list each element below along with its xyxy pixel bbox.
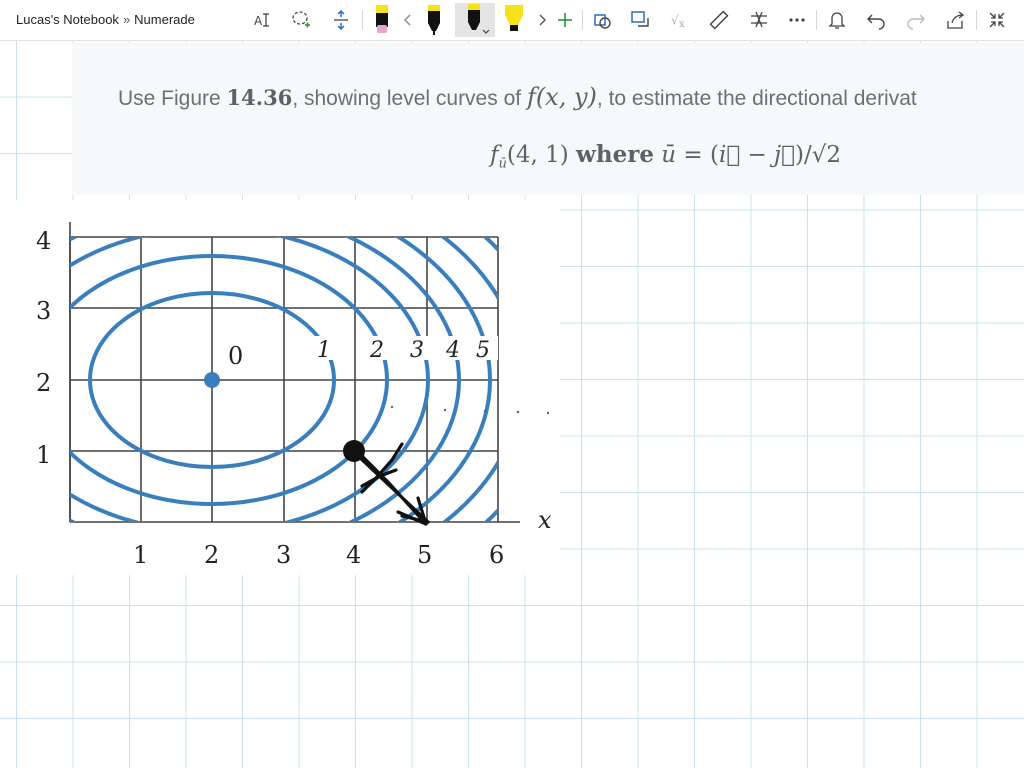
question-text-mid: , showing level curves of bbox=[292, 87, 522, 110]
level-label-3: 3 bbox=[410, 338, 424, 363]
minus-sign: − bbox=[747, 142, 767, 168]
add-space-icon[interactable] bbox=[329, 6, 353, 34]
redo-icon[interactable] bbox=[904, 6, 928, 34]
level-curve-5 bbox=[394, 237, 492, 522]
equals-open: = ( bbox=[683, 142, 719, 168]
level-label-5: 5 bbox=[476, 338, 490, 363]
x-tick-6: 6 bbox=[489, 541, 504, 569]
type-text-icon[interactable]: A bbox=[250, 6, 274, 34]
ink-to-shape-icon[interactable] bbox=[628, 6, 652, 34]
notifications-icon[interactable] bbox=[825, 6, 849, 34]
center-point bbox=[204, 372, 220, 388]
y-tick-3: 3 bbox=[36, 297, 51, 325]
x-tick-4: 4 bbox=[346, 541, 361, 569]
x-tick-2: 2 bbox=[204, 541, 219, 569]
svg-text:A: A bbox=[254, 14, 263, 28]
question-text-pre: Use Figure bbox=[118, 87, 221, 110]
level-label-4: 4 bbox=[445, 338, 460, 363]
evaluation-point: (4, 1) bbox=[506, 142, 569, 168]
pen-black-selected-icon[interactable] bbox=[455, 3, 495, 37]
scroll-left-icon[interactable] bbox=[400, 6, 416, 34]
share-icon[interactable] bbox=[944, 6, 968, 34]
ruler-icon[interactable] bbox=[707, 6, 731, 34]
breadcrumb-separator: » bbox=[122, 12, 131, 27]
pen-pink-icon[interactable] bbox=[370, 5, 394, 34]
add-pen-icon[interactable] bbox=[554, 6, 576, 34]
level-label-1: 1 bbox=[317, 338, 331, 363]
where-word: where bbox=[576, 141, 654, 168]
lasso-select-icon[interactable] bbox=[289, 6, 313, 34]
directional-f: f bbox=[490, 142, 499, 168]
y-tick-4: 4 bbox=[36, 227, 51, 255]
scroll-right-icon[interactable] bbox=[534, 6, 550, 34]
question-card: Use Figure 14.36, showing level curves o… bbox=[72, 43, 1024, 195]
level-curves-figure: 0 1 2 3 4 5 4 3 2 1 1 2 3 4 5 6 x bbox=[36, 222, 552, 569]
figure-number: 14.36 bbox=[226, 85, 293, 110]
highlighter-yellow-icon[interactable] bbox=[500, 5, 528, 34]
level-label-backgrounds bbox=[312, 336, 498, 360]
j-vector: j⃗ bbox=[774, 142, 795, 168]
question-line-2: fū(4, 1) where ū = (i⃗ − j⃗)/√2 bbox=[490, 141, 841, 172]
collapse-icon[interactable] bbox=[985, 6, 1009, 34]
svg-text:x: x bbox=[679, 19, 685, 30]
y-tick-2: 2 bbox=[36, 369, 51, 397]
x-tick-1: 1 bbox=[133, 541, 148, 569]
ink-to-math-icon[interactable]: √ x bbox=[668, 6, 692, 34]
x-axis-label: x bbox=[538, 506, 552, 534]
x-tick-3: 3 bbox=[276, 541, 291, 569]
stray-dots bbox=[390, 405, 550, 415]
shapes-icon[interactable] bbox=[590, 6, 614, 34]
breadcrumb-notebook[interactable]: Lucas's Notebook bbox=[16, 12, 119, 27]
center-label: 0 bbox=[228, 342, 243, 370]
grid-lines bbox=[69, 236, 499, 522]
function-notation: f(x, y) bbox=[526, 83, 597, 111]
unit-vector-symbol: ū bbox=[661, 142, 677, 168]
normalization: )/√2 bbox=[794, 142, 841, 168]
level-label-2: 2 bbox=[369, 338, 384, 363]
directional-subscript: ū bbox=[498, 156, 507, 172]
undo-icon[interactable] bbox=[864, 6, 888, 34]
svg-text:√: √ bbox=[671, 13, 679, 27]
ink-to-text-icon[interactable] bbox=[747, 6, 771, 34]
pen-black-icon[interactable] bbox=[422, 5, 446, 35]
breadcrumb[interactable]: Lucas's Notebook » Numerade bbox=[16, 12, 195, 27]
question-line-1: Use Figure 14.36, showing level curves o… bbox=[118, 83, 917, 111]
level-curve-6 bbox=[440, 237, 498, 522]
question-text-post: , to estimate the directional derivat bbox=[596, 87, 917, 110]
y-tick-1: 1 bbox=[36, 441, 51, 469]
more-icon[interactable] bbox=[785, 6, 809, 34]
breadcrumb-section[interactable]: Numerade bbox=[134, 12, 195, 27]
x-tick-5: 5 bbox=[417, 541, 432, 569]
i-vector: i⃗ bbox=[718, 142, 741, 168]
ribbon-toolbar: Lucas's Notebook » Numerade A √ x bbox=[0, 0, 1024, 41]
